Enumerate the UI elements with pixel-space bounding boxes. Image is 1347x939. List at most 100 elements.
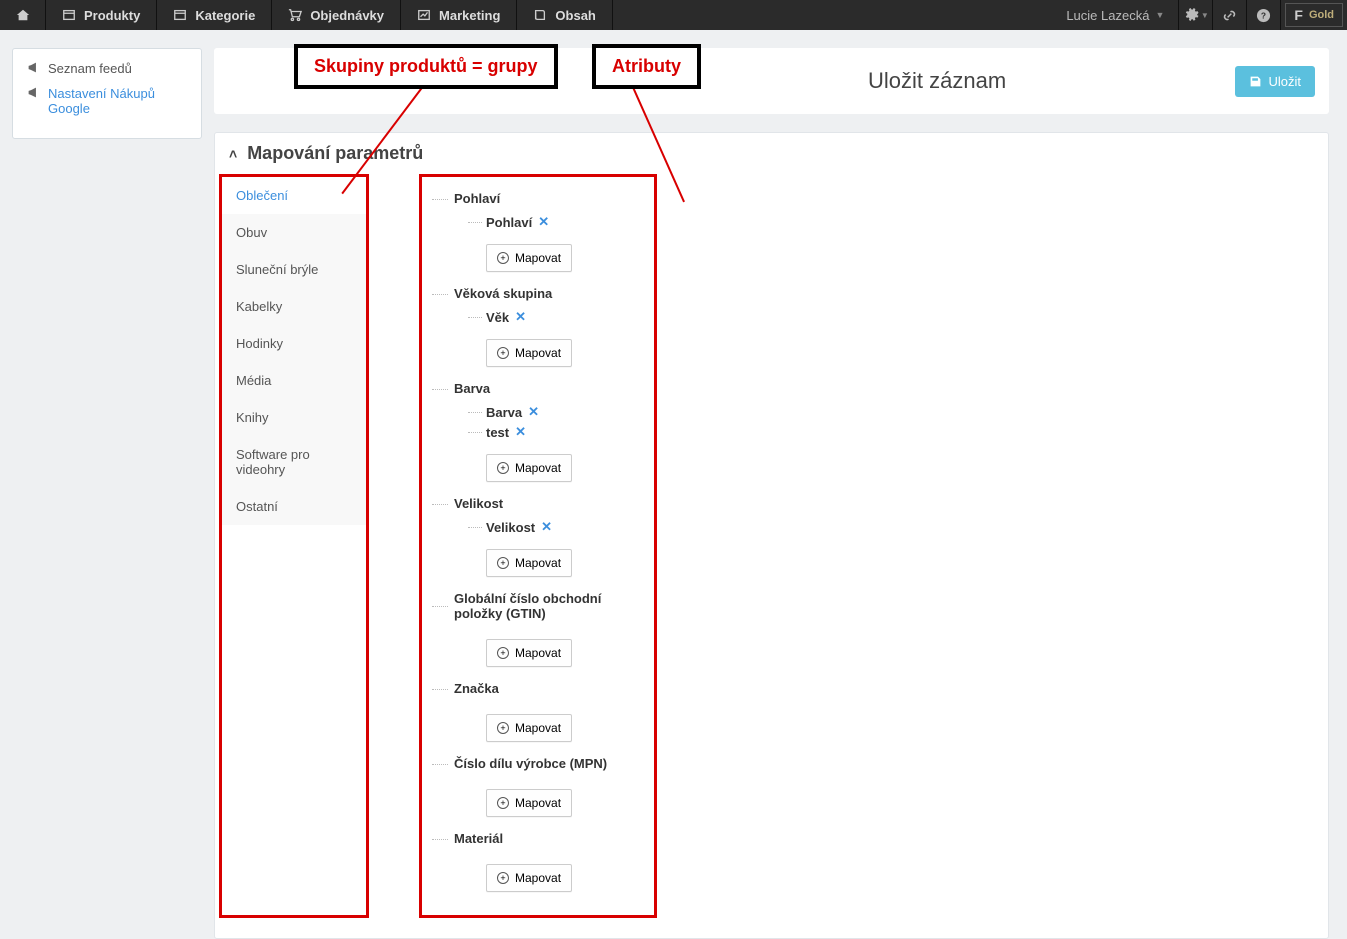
attribute-group: Materiál + Mapovat xyxy=(432,831,634,892)
category-item[interactable]: Sluneční brýle xyxy=(222,251,366,288)
nav-label: Produkty xyxy=(84,8,140,23)
sidebar-item-feeds[interactable]: Seznam feedů xyxy=(27,61,187,76)
map-button-label: Mapovat xyxy=(515,796,561,810)
nav-label: Obsah xyxy=(555,8,595,23)
nav-label: Kategorie xyxy=(195,8,255,23)
category-item[interactable]: Software pro videohry xyxy=(222,436,366,488)
annotation-groups: Skupiny produktů = grupy xyxy=(294,44,558,89)
attribute-title: Značka xyxy=(432,681,634,696)
nav-label: Objednávky xyxy=(310,8,384,23)
list-icon xyxy=(173,8,187,22)
nav-label: Marketing xyxy=(439,8,500,23)
map-button[interactable]: + Mapovat xyxy=(486,244,572,272)
attribute-group: Číslo dílu výrobce (MPN) + Mapovat xyxy=(432,756,634,817)
home-button[interactable] xyxy=(0,0,46,30)
page-title: Uložit záznam xyxy=(854,68,1006,94)
top-nav: Produkty Kategorie Objednávky Marketing … xyxy=(0,0,1347,30)
chevron-down-icon: ▼ xyxy=(1155,10,1164,20)
plan-badge[interactable]: F Gold xyxy=(1285,3,1343,27)
map-button[interactable]: +Mapovat xyxy=(486,339,572,367)
map-button-label: Mapovat xyxy=(515,346,561,360)
attribute-group: Velikost Velikost ✕ + Mapovat xyxy=(432,496,634,577)
attribute-title: Materiál xyxy=(432,831,634,846)
attribute-group: Značka + Mapovat xyxy=(432,681,634,742)
map-button[interactable]: + Mapovat xyxy=(486,714,572,742)
map-button[interactable]: + Mapovat xyxy=(486,454,572,482)
remove-mapping-button[interactable]: ✕ xyxy=(515,309,526,325)
mapped-value: test✕ xyxy=(468,424,634,440)
attribute-group: Věková skupina Věk ✕ +Mapovat xyxy=(432,286,634,367)
settings-button[interactable]: ▼ xyxy=(1179,0,1213,30)
help-button[interactable]: ? xyxy=(1247,0,1281,30)
attribute-group: BarvaBarva ✕ test✕ + Mapovat xyxy=(432,381,634,482)
map-button-label: Mapovat xyxy=(515,871,561,885)
megaphone-icon xyxy=(27,86,40,99)
map-button-label: Mapovat xyxy=(515,461,561,475)
mapped-value: Věk ✕ xyxy=(468,309,634,325)
map-button[interactable]: + Mapovat xyxy=(486,864,572,892)
plus-icon: + xyxy=(497,797,509,809)
category-item[interactable]: Obuv xyxy=(222,214,366,251)
map-button[interactable]: +Mapovat xyxy=(486,639,572,667)
map-button-label: Mapovat xyxy=(515,556,561,570)
side-panel: Seznam feedů Nastavení Nákupů Google xyxy=(12,48,202,139)
nav-kategorie[interactable]: Kategorie xyxy=(157,0,272,30)
link-icon xyxy=(1222,8,1237,23)
attribute-group: Globální číslo obchodní položky (GTIN) +M… xyxy=(432,591,634,667)
plus-icon: + xyxy=(497,557,509,569)
cart-icon xyxy=(288,8,302,22)
link-button[interactable] xyxy=(1213,0,1247,30)
map-button[interactable]: + Mapovat xyxy=(486,789,572,817)
attribute-title: Věková skupina xyxy=(432,286,634,301)
mapped-label: Velikost xyxy=(486,520,535,535)
chevron-up-icon: ˄ xyxy=(229,146,237,162)
plan-label: Gold xyxy=(1309,9,1334,21)
category-item[interactable]: Média xyxy=(222,362,366,399)
plus-icon: + xyxy=(497,647,509,659)
help-icon: ? xyxy=(1256,8,1271,23)
map-button-label: Mapovat xyxy=(515,251,561,265)
user-menu[interactable]: Lucie Lazecká ▼ xyxy=(1052,0,1179,30)
svg-text:?: ? xyxy=(1261,10,1266,20)
panel-heading: Mapování parametrů xyxy=(247,143,423,164)
plus-icon: + xyxy=(497,252,509,264)
category-item[interactable]: Hodinky xyxy=(222,325,366,362)
sidebar-link[interactable]: Nastavení Nákupů Google xyxy=(48,86,187,116)
category-list: OblečeníObuvSluneční brýleKabelkyHodinky… xyxy=(219,174,369,918)
save-button[interactable]: Uložit xyxy=(1235,66,1315,97)
map-button-label: Mapovat xyxy=(515,721,561,735)
category-item[interactable]: Knihy xyxy=(222,399,366,436)
nav-obsah[interactable]: Obsah xyxy=(517,0,612,30)
remove-mapping-button[interactable]: ✕ xyxy=(528,404,539,420)
nav-objednavky[interactable]: Objednávky xyxy=(272,0,401,30)
attribute-title: Číslo dílu výrobce (MPN) xyxy=(432,756,634,771)
remove-mapping-button[interactable]: ✕ xyxy=(541,519,552,535)
sidebar-item-google[interactable]: Nastavení Nákupů Google xyxy=(27,86,187,116)
mapped-label: Barva xyxy=(486,405,522,420)
plus-icon: + xyxy=(497,462,509,474)
plus-icon: + xyxy=(497,722,509,734)
nav-marketing[interactable]: Marketing xyxy=(401,0,517,30)
map-button[interactable]: + Mapovat xyxy=(486,549,572,577)
mapped-value: Barva ✕ xyxy=(468,404,634,420)
attribute-group: Pohlaví Pohlaví ✕ + Mapovat xyxy=(432,191,634,272)
category-item[interactable]: Kabelky xyxy=(222,288,366,325)
category-item[interactable]: Ostatní xyxy=(222,488,366,525)
plus-icon: + xyxy=(497,872,509,884)
remove-mapping-button[interactable]: ✕ xyxy=(515,424,526,440)
annotation-attrs: Atributy xyxy=(592,44,701,89)
mapped-label: Věk xyxy=(486,310,509,325)
mapped-label: Pohlaví xyxy=(486,215,532,230)
remove-mapping-button[interactable]: ✕ xyxy=(538,214,549,230)
category-item[interactable]: Oblečení xyxy=(222,177,366,214)
save-icon xyxy=(1249,75,1262,88)
mapped-value: Velikost ✕ xyxy=(468,519,634,535)
attribute-title: Globální číslo obchodní položky (GTIN) xyxy=(432,591,634,621)
nav-produkty[interactable]: Produkty xyxy=(46,0,157,30)
chart-icon xyxy=(417,8,431,22)
home-icon xyxy=(16,8,30,22)
title-bar: Skupiny produktů = grupy Atributy Uložit… xyxy=(214,48,1329,114)
user-name: Lucie Lazecká xyxy=(1066,8,1149,23)
attribute-title: Velikost xyxy=(432,496,634,511)
attribute-title: Pohlaví xyxy=(432,191,634,206)
